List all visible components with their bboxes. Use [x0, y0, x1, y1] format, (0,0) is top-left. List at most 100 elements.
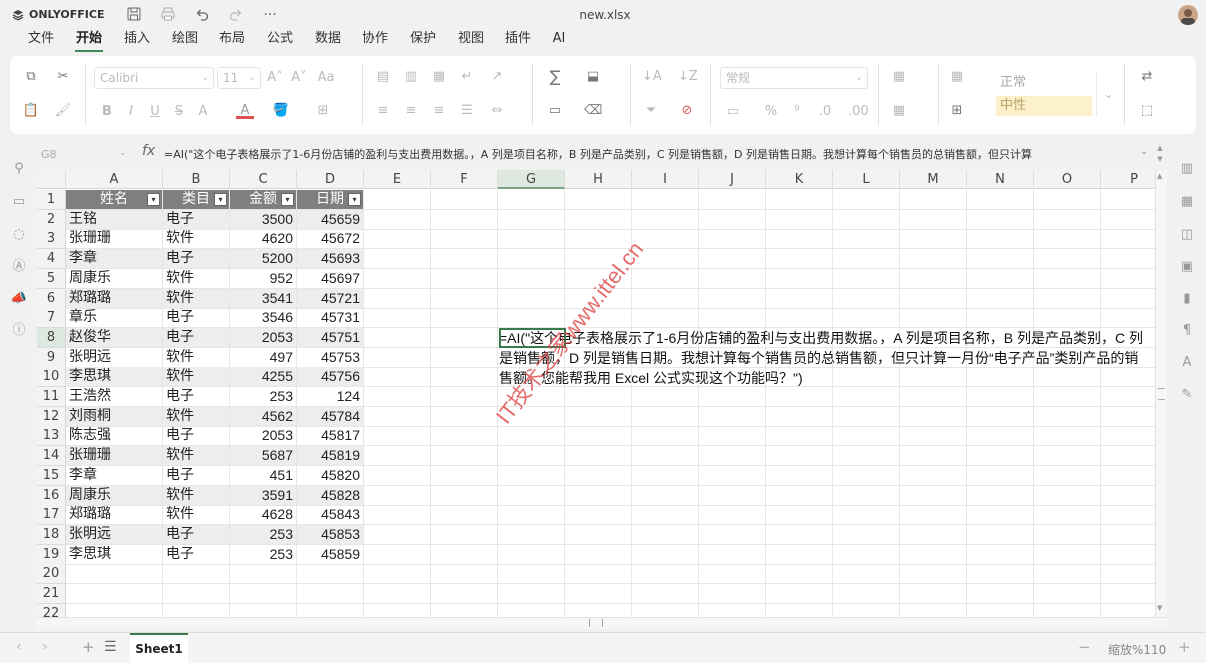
table-cell[interactable]: 45672 [297, 229, 364, 249]
empty-cell[interactable] [1034, 426, 1101, 446]
empty-cell[interactable] [900, 229, 967, 249]
empty-cell[interactable] [431, 525, 498, 545]
empty-cell[interactable] [900, 466, 967, 486]
empty-cell[interactable] [498, 289, 565, 309]
merge-cells-icon[interactable]: ⇔ [488, 103, 506, 119]
row-header[interactable]: 9 [37, 348, 66, 368]
filter-dropdown-icon[interactable]: ▾ [214, 193, 227, 206]
table-cell[interactable]: 4620 [230, 229, 297, 249]
menu-home[interactable]: 开始 [75, 30, 103, 52]
empty-cell[interactable] [900, 545, 967, 565]
chart-settings-icon[interactable]: ▮ [1178, 290, 1196, 308]
clear-icon[interactable]: ⌫ [584, 103, 602, 119]
text-art-icon[interactable]: A [1178, 354, 1196, 372]
empty-cell[interactable] [766, 466, 833, 486]
orientation-icon[interactable]: ↗ [488, 69, 506, 85]
table-cell[interactable]: 45843 [297, 505, 364, 525]
empty-cell[interactable] [431, 229, 498, 249]
font-color-icon[interactable]: A [236, 103, 254, 119]
empty-cell[interactable] [364, 604, 431, 617]
empty-cell[interactable] [1101, 249, 1155, 269]
empty-cell[interactable] [967, 387, 1034, 407]
empty-cell[interactable] [833, 289, 900, 309]
table-cell[interactable]: 电子 [163, 308, 230, 328]
table-cell[interactable]: 45697 [297, 269, 364, 289]
signature-icon[interactable]: ✎ [1178, 386, 1196, 404]
empty-cell[interactable] [900, 210, 967, 230]
empty-cell[interactable] [766, 604, 833, 617]
empty-cell[interactable] [632, 584, 699, 604]
empty-cell[interactable] [900, 269, 967, 289]
number-format-combo[interactable]: 常规 ⌄ [720, 67, 868, 89]
empty-cell[interactable] [364, 446, 431, 466]
table-cell[interactable]: 253 [230, 545, 297, 565]
table-cell[interactable]: 45819 [297, 446, 364, 466]
empty-cell[interactable] [766, 210, 833, 230]
column-header-j[interactable]: J [699, 170, 766, 189]
empty-cell[interactable] [699, 505, 766, 525]
empty-cell[interactable] [431, 505, 498, 525]
comma-style-icon[interactable]: ⁹ [788, 104, 806, 120]
empty-cell[interactable] [498, 190, 565, 210]
autosum-icon[interactable]: ∑ [546, 69, 564, 85]
empty-cell[interactable] [1101, 289, 1155, 309]
empty-cell[interactable] [632, 426, 699, 446]
empty-cell[interactable] [967, 545, 1034, 565]
empty-cell[interactable] [565, 545, 632, 565]
empty-cell[interactable] [632, 407, 699, 427]
empty-cell[interactable] [1101, 190, 1155, 210]
cell-settings-icon[interactable]: ▥ [1178, 160, 1196, 178]
filter-dropdown-icon[interactable]: ▾ [281, 193, 294, 206]
column-header-e[interactable]: E [364, 170, 431, 189]
empty-cell[interactable] [967, 289, 1034, 309]
row-header[interactable]: 8 [37, 328, 66, 348]
row-header[interactable]: 15 [37, 466, 66, 486]
empty-cell[interactable] [967, 466, 1034, 486]
empty-cell[interactable] [699, 289, 766, 309]
table-cell[interactable]: 497 [230, 348, 297, 368]
table-cell[interactable]: 45820 [297, 466, 364, 486]
table-cell[interactable]: 陈志强 [66, 426, 163, 446]
empty-cell[interactable] [766, 446, 833, 466]
column-header-f[interactable]: F [431, 170, 498, 189]
empty-cell[interactable] [1034, 505, 1101, 525]
table-header-cell[interactable]: 姓名 ▾ [66, 190, 163, 210]
empty-cell[interactable] [498, 564, 565, 584]
empty-cell[interactable] [833, 210, 900, 230]
column-header-i[interactable]: I [632, 170, 699, 189]
empty-cell[interactable] [1101, 446, 1155, 466]
filter-dropdown-icon[interactable]: ▾ [348, 193, 361, 206]
table-cell[interactable]: 电子 [163, 545, 230, 565]
empty-cell[interactable] [967, 269, 1034, 289]
table-cell[interactable]: 李思琪 [66, 545, 163, 565]
zoom-in-button[interactable]: + [1178, 638, 1191, 656]
empty-cell[interactable] [967, 308, 1034, 328]
table-cell[interactable]: 253 [230, 525, 297, 545]
table-cell[interactable]: 软件 [163, 367, 230, 387]
format-as-table-icon[interactable]: ▦ [890, 103, 908, 119]
empty-cell[interactable] [766, 426, 833, 446]
empty-cell[interactable] [1101, 269, 1155, 289]
sheet-list-icon[interactable]: ☰ [104, 639, 117, 655]
table-cell[interactable]: 郑璐璐 [66, 289, 163, 309]
empty-cell[interactable] [766, 387, 833, 407]
table-cell[interactable]: 45751 [297, 328, 364, 348]
table-cell[interactable]: 刘雨桐 [66, 407, 163, 427]
empty-cell[interactable] [364, 486, 431, 506]
empty-cell[interactable] [766, 289, 833, 309]
empty-cell[interactable] [431, 387, 498, 407]
menu-data[interactable]: 数据 [314, 30, 342, 52]
empty-cell[interactable] [431, 308, 498, 328]
menu-protect[interactable]: 保护 [409, 30, 437, 52]
empty-cell[interactable] [1034, 387, 1101, 407]
empty-cell[interactable] [565, 210, 632, 230]
add-sheet-button[interactable]: + [82, 638, 95, 656]
empty-cell[interactable] [699, 229, 766, 249]
align-right-icon[interactable]: ≡ [430, 103, 448, 119]
empty-cell[interactable] [498, 525, 565, 545]
empty-cell[interactable] [1034, 210, 1101, 230]
empty-cell[interactable] [364, 249, 431, 269]
print-icon[interactable] [158, 6, 178, 24]
row-header[interactable]: 20 [37, 564, 66, 584]
sort-ascending-icon[interactable]: ↓A [642, 69, 662, 85]
